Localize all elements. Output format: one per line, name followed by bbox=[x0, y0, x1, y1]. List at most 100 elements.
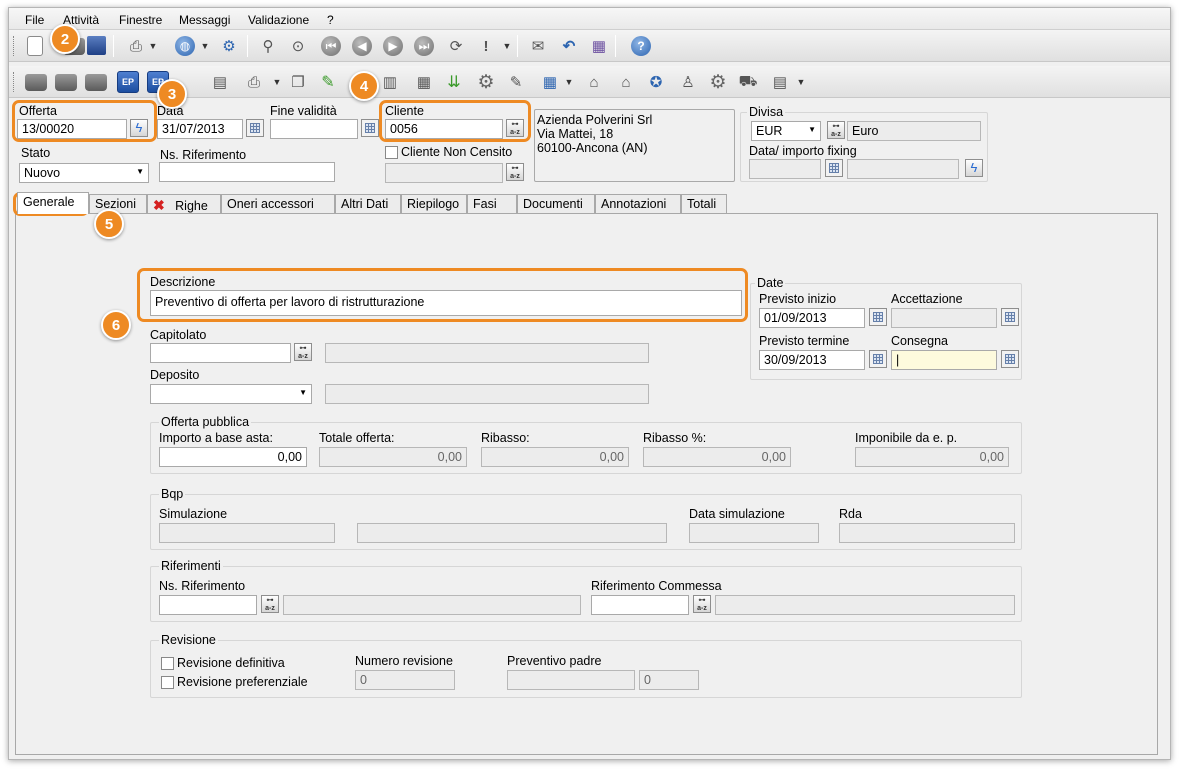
accettazione-field[interactable] bbox=[891, 308, 997, 328]
fixing-amount-field[interactable] bbox=[847, 159, 959, 179]
first-record-icon[interactable]: ⏮ bbox=[321, 36, 341, 56]
chevron-down-icon[interactable]: ▼ bbox=[503, 35, 512, 57]
menu-validazione[interactable]: Validazione bbox=[248, 13, 309, 27]
wrench-icon[interactable]: ✎ bbox=[317, 71, 339, 93]
binoculars-icon[interactable]: ⊙ bbox=[287, 35, 309, 57]
chevron-down-icon[interactable]: ▼ bbox=[797, 71, 806, 93]
revisione-definitiva-checkbox[interactable] bbox=[161, 657, 174, 670]
new-document-icon[interactable] bbox=[27, 36, 43, 56]
deposito-select[interactable] bbox=[150, 384, 312, 404]
tab-annotazioni[interactable]: Annotazioni bbox=[595, 194, 681, 213]
warehouse-icon[interactable]: ⌂ bbox=[583, 71, 605, 93]
tab-riepilogo[interactable]: Riepilogo bbox=[401, 194, 467, 213]
chevron-down-icon[interactable]: ▼ bbox=[565, 71, 574, 93]
fixing-date-field[interactable] bbox=[749, 159, 821, 179]
ribasso-pct-label: Ribasso %: bbox=[643, 431, 707, 445]
tab-righe[interactable]: ✖ Righe bbox=[147, 194, 221, 213]
save-icon[interactable] bbox=[87, 36, 106, 55]
alert-icon[interactable]: ! bbox=[475, 35, 497, 57]
ns-riferimento-field[interactable] bbox=[159, 162, 335, 182]
menu-messaggi[interactable]: Messaggi bbox=[179, 13, 230, 27]
riferimento-commessa-field[interactable] bbox=[591, 595, 689, 615]
help-icon[interactable]: ? bbox=[631, 36, 651, 56]
calendar-icon[interactable] bbox=[869, 308, 887, 326]
revisione-preferenziale-checkbox[interactable] bbox=[161, 676, 174, 689]
stato-select[interactable]: Nuovo bbox=[19, 163, 149, 183]
import-icon[interactable]: ⇊ bbox=[443, 71, 465, 93]
document-icon[interactable]: ▤ bbox=[209, 71, 231, 93]
annotation-badge-4: 4 bbox=[349, 71, 379, 101]
refresh-icon[interactable]: ⟳ bbox=[445, 35, 467, 57]
lookup-icon[interactable]: ⊶ a-z bbox=[261, 595, 279, 613]
layout-icon[interactable]: ▤ bbox=[769, 71, 791, 93]
table-icon[interactable]: ▦ bbox=[413, 71, 435, 93]
previsto-inizio-field[interactable]: 01/09/2013 bbox=[759, 308, 865, 328]
calendar-icon[interactable] bbox=[361, 119, 379, 137]
cliente-non-censito-field[interactable] bbox=[385, 163, 503, 183]
importo-field[interactable]: 0,00 bbox=[159, 447, 307, 467]
modules-icon[interactable]: ▦ bbox=[588, 35, 610, 57]
menu-file[interactable]: File bbox=[25, 13, 44, 27]
next-record-icon[interactable]: ▶ bbox=[383, 36, 403, 56]
mail-cancel-icon[interactable]: ✉ bbox=[527, 35, 549, 57]
calendar-icon[interactable] bbox=[869, 350, 887, 368]
tab-documenti[interactable]: Documenti bbox=[517, 194, 595, 213]
divisa-group: Divisa EUR ⊶a-z Euro Data/ importo fixin… bbox=[740, 105, 988, 182]
cliente-non-censito-checkbox[interactable] bbox=[385, 146, 398, 159]
lookup-icon[interactable]: ⊶ a-z bbox=[693, 595, 711, 613]
tab-sezioni[interactable]: Sezioni bbox=[89, 194, 147, 213]
warehouse-icon[interactable]: ⌂ bbox=[615, 71, 637, 93]
menu-help[interactable]: ? bbox=[327, 13, 334, 27]
menu-finestre[interactable]: Finestre bbox=[119, 13, 162, 27]
tab-totali[interactable]: Totali bbox=[681, 194, 727, 213]
simulazione-desc-field bbox=[357, 523, 667, 543]
folder-icon[interactable] bbox=[85, 74, 107, 91]
lightning-icon[interactable]: ϟ bbox=[965, 159, 983, 177]
consegna-field[interactable]: | bbox=[891, 350, 997, 370]
simulazione-field[interactable] bbox=[159, 523, 335, 543]
worker-icon[interactable]: ♙ bbox=[677, 71, 699, 93]
chevron-down-icon[interactable]: ▼ bbox=[273, 71, 282, 93]
printer-icon[interactable]: ⎙ bbox=[243, 71, 265, 93]
lookup-icon[interactable]: ⊶ a-z bbox=[294, 343, 312, 361]
cart-icon[interactable]: ⛟ bbox=[737, 71, 759, 93]
chevron-down-icon[interactable]: ▼ bbox=[149, 35, 158, 57]
tab-oneri-accessori[interactable]: Oneri accessori bbox=[221, 194, 335, 213]
folder-icon[interactable] bbox=[25, 74, 47, 91]
search-icon[interactable]: ⚲ bbox=[257, 35, 279, 57]
undo-icon[interactable]: ↶ bbox=[558, 35, 580, 57]
copy-icon[interactable]: ❐ bbox=[287, 71, 309, 93]
annotation-badge-3: 3 bbox=[157, 79, 187, 109]
previous-record-icon[interactable]: ◀ bbox=[352, 36, 372, 56]
divisa-select[interactable]: EUR bbox=[751, 121, 821, 141]
chevron-down-icon[interactable]: ▼ bbox=[201, 35, 210, 57]
data-field[interactable]: 31/07/2013 bbox=[157, 119, 243, 139]
tab-generale[interactable]: Generale bbox=[17, 192, 89, 214]
folder-icon[interactable] bbox=[55, 74, 77, 91]
tab-altri-dati[interactable]: Altri Dati bbox=[335, 194, 401, 213]
settings-icon[interactable]: ⚙ bbox=[218, 35, 240, 57]
calendar-icon[interactable] bbox=[825, 159, 843, 177]
settings-icon[interactable]: ⚙ bbox=[707, 71, 729, 93]
lookup-icon[interactable]: ⊶ a-z bbox=[506, 163, 524, 181]
print-icon[interactable]: ⎙ bbox=[125, 35, 147, 57]
capitolato-field[interactable] bbox=[150, 343, 291, 363]
tools-icon[interactable]: ✎ bbox=[505, 71, 527, 93]
calendar-icon[interactable] bbox=[1001, 350, 1019, 368]
lookup-icon[interactable]: ⊶ a-z bbox=[827, 121, 845, 139]
tab-fasi[interactable]: Fasi bbox=[467, 194, 517, 213]
previsto-inizio-label: Previsto inizio bbox=[759, 292, 837, 306]
gears-icon[interactable]: ⚙ bbox=[475, 71, 497, 93]
fine-validita-field[interactable] bbox=[270, 119, 358, 139]
ns-riferimento-field-2[interactable] bbox=[159, 595, 257, 615]
compass-icon[interactable]: ✪ bbox=[645, 71, 667, 93]
globe-icon[interactable]: ◍ bbox=[175, 36, 195, 56]
calendar-icon[interactable] bbox=[1001, 308, 1019, 326]
last-record-icon[interactable]: ⏭ bbox=[414, 36, 434, 56]
accettazione-label: Accettazione bbox=[891, 292, 963, 306]
ep-icon[interactable]: EP bbox=[117, 71, 139, 93]
book-icon[interactable]: ▥ bbox=[379, 71, 401, 93]
calendar-table-icon[interactable]: ▦ bbox=[539, 71, 561, 93]
previsto-termine-field[interactable]: 30/09/2013 bbox=[759, 350, 865, 370]
calendar-icon[interactable] bbox=[246, 119, 264, 137]
